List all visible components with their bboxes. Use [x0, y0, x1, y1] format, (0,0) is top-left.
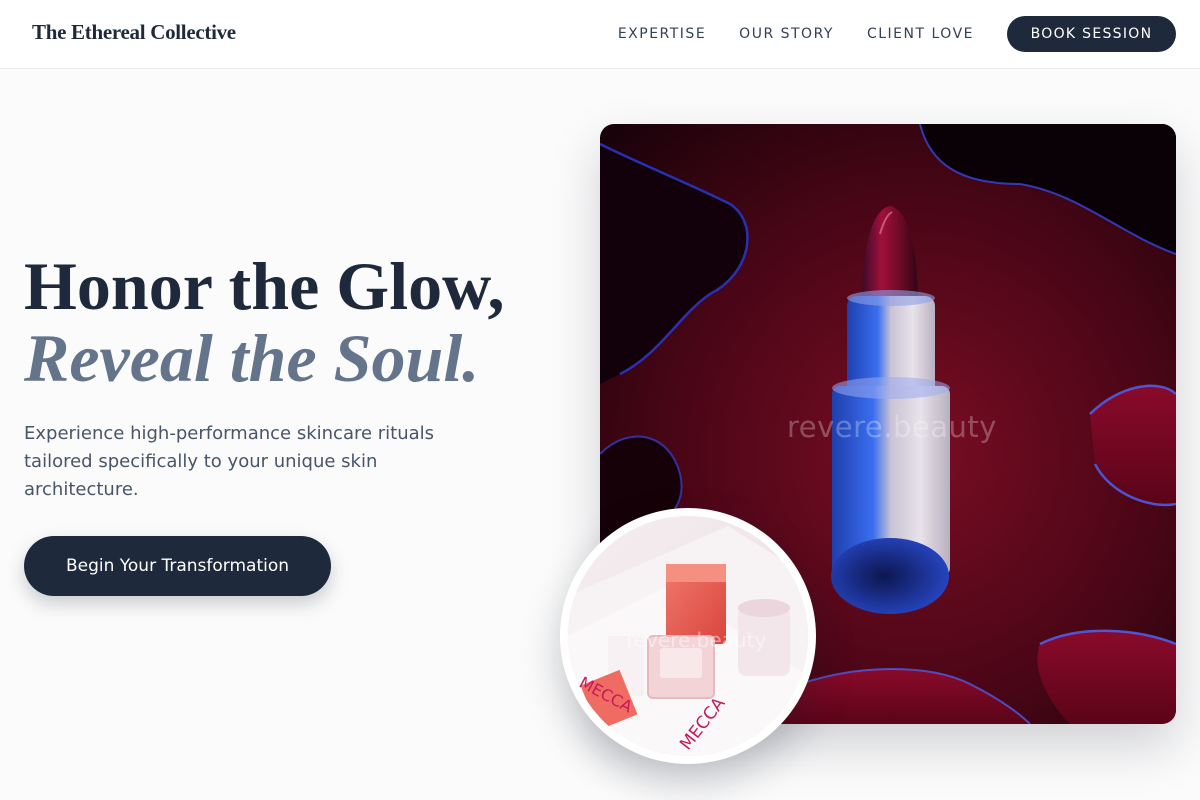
product-box-image: MECCA MECCA revere.beauty [568, 516, 808, 756]
product-circle-frame: MECCA MECCA revere.beauty [560, 508, 816, 764]
product-box-illustration: MECCA MECCA [568, 516, 808, 756]
nav-link-client-love[interactable]: CLIENT LOVE [867, 26, 974, 42]
top-nav: The Ethereal Collective EXPERTISE OUR ST… [0, 0, 1200, 69]
brand-logo[interactable]: The Ethereal Collective [32, 20, 236, 45]
hero-subtitle: Experience high-performance skincare rit… [24, 423, 435, 500]
nav-link-expertise[interactable]: EXPERTISE [618, 26, 706, 42]
nav-links: EXPERTISE OUR STORY CLIENT LOVE BOOK SES… [618, 16, 1176, 52]
begin-transformation-button[interactable]: Begin Your Transformation [24, 536, 331, 596]
hero-title-line1: Honor the Glow, [24, 248, 505, 324]
hero-title-line2: Reveal the Soul. [24, 320, 480, 396]
nav-link-our-story[interactable]: OUR STORY [739, 26, 834, 42]
hero-title: Honor the Glow, Reveal the Soul. [24, 250, 504, 394]
book-session-button[interactable]: BOOK SESSION [1007, 16, 1176, 52]
